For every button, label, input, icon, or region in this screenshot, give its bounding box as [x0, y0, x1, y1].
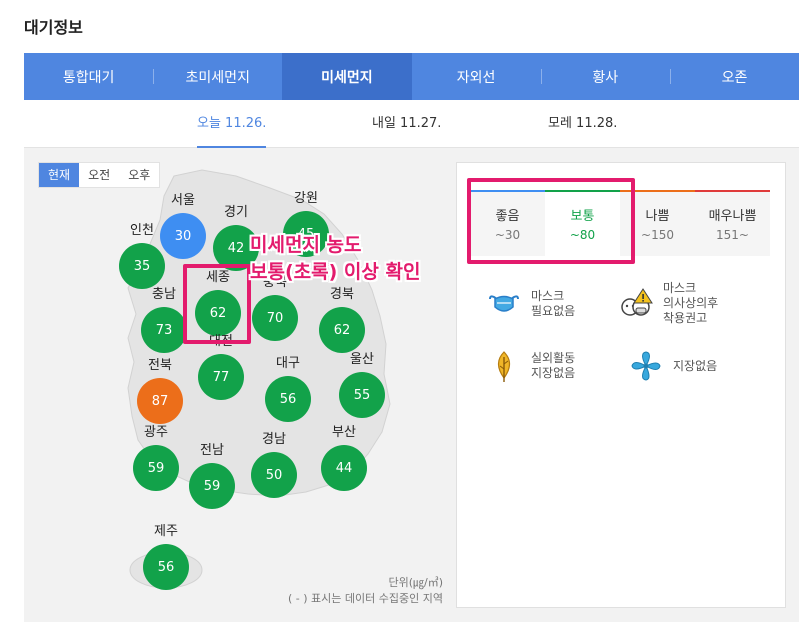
advice-outdoor: 실외활동 지장없음 — [487, 349, 575, 383]
region-label: 전북 — [148, 358, 172, 373]
level-normal-label: 보통 — [570, 209, 595, 224]
advice-outdoor-line1: 실외활동 — [531, 351, 576, 365]
level-bad: 나쁨 ~150 — [620, 190, 695, 256]
region-value-bubble[interactable]: 70 — [252, 295, 298, 341]
region-label: 충남 — [152, 287, 176, 302]
region-label: 강원 — [294, 191, 318, 206]
tab-uv[interactable]: 자외선 — [412, 53, 541, 100]
fan-icon — [631, 351, 661, 381]
advice-ventilation-text: 지장없음 — [673, 359, 717, 374]
legend-levels: 좋음 ~30 보통 ~80 나쁨 ~150 매우나쁨 151~ — [470, 190, 770, 256]
level-good: 좋음 ~30 — [470, 190, 545, 256]
advice-doctor-text: 마스크 의사상의후 착용권고 — [663, 281, 718, 326]
region-label: 부산 — [332, 425, 356, 440]
region-value-bubble[interactable]: 55 — [339, 372, 385, 418]
advice-ventilation: 지장없음 — [629, 349, 717, 383]
advice-ventilation-line1: 지장없음 — [673, 358, 718, 373]
annotation-line1: 미세먼지 농도 — [250, 234, 362, 256]
time-toggle: 현재 오전 오후 — [38, 162, 161, 188]
date-tomorrow[interactable]: 내일 11.27. — [372, 100, 441, 148]
advice-mask-line2: 필요없음 — [531, 304, 576, 318]
legend-card: 좋음 ~30 보통 ~80 나쁨 ~150 매우나쁨 151~ 마스크 필요없음… — [456, 162, 786, 608]
advice-outdoor-line2: 지장없음 — [531, 366, 576, 380]
level-very-bad: 매우나쁨 151~ — [695, 190, 770, 256]
date-day-after[interactable]: 모레 11.28. — [548, 100, 617, 148]
level-normal: 보통 ~80 — [545, 190, 620, 256]
tab-ultrafine-dust[interactable]: 초미세먼지 — [153, 53, 282, 100]
advice-doctor-line1: 마스크 — [663, 281, 697, 295]
region-label: 제주 — [154, 524, 178, 539]
annotation-line2: 보통(초록) 이상 확인 — [250, 261, 421, 283]
region-value-bubble[interactable]: 87 — [137, 378, 183, 424]
region-value-bubble[interactable]: 56 — [143, 544, 189, 590]
level-good-label: 좋음 — [495, 209, 520, 224]
region-value-bubble[interactable]: 73 — [141, 307, 187, 353]
annotation-callout: 미세먼지 농도 보통(초록) 이상 확인 — [250, 232, 420, 286]
advice-mask: 마스크 필요없음 — [487, 287, 575, 321]
advice-mask-line1: 마스크 — [531, 289, 565, 303]
tab-ozone[interactable]: 오존 — [669, 53, 799, 100]
region-value-bubble[interactable]: 59 — [189, 463, 235, 509]
region-value-bubble[interactable]: 77 — [198, 354, 244, 400]
tab-yellow-dust[interactable]: 황사 — [540, 53, 670, 100]
region-label: 세종 — [206, 270, 230, 285]
advice-outdoor-text: 실외활동 지장없음 — [531, 351, 575, 381]
doctor-warning-icon — [621, 287, 653, 316]
region-value-bubble[interactable]: 50 — [251, 452, 297, 498]
region-value-bubble[interactable]: 56 — [265, 376, 311, 422]
data-note: ( - ) 표시는 데이터 수집중인 지역 — [288, 592, 443, 605]
tab-integrated-air[interactable]: 통합대기 — [24, 53, 153, 100]
date-today[interactable]: 오늘 11.26. — [197, 100, 267, 148]
advice-mask-text: 마스크 필요없음 — [531, 289, 575, 319]
region-value-bubble[interactable]: 44 — [321, 445, 367, 491]
mask-icon — [489, 295, 519, 312]
region-label: 전남 — [200, 443, 224, 458]
level-good-range: ~30 — [494, 228, 521, 242]
region-value-bubble[interactable]: 62 — [319, 307, 365, 353]
advice-doctor-line2: 의사상의후 — [663, 296, 719, 310]
region-label: 경남 — [262, 432, 286, 447]
unit-label: 단위(㎍/㎥) — [388, 576, 443, 589]
advice-doctor: 마스크 의사상의후 착용권고 — [619, 281, 718, 326]
region-value-bubble[interactable]: 30 — [160, 213, 206, 259]
toggle-morning[interactable]: 오전 — [79, 163, 119, 187]
region-value-bubble[interactable]: 59 — [133, 445, 179, 491]
toggle-now[interactable]: 현재 — [39, 163, 80, 187]
level-bad-label: 나쁨 — [645, 209, 670, 224]
region-label: 대구 — [276, 356, 300, 371]
region-label: 울산 — [350, 352, 374, 367]
region-label: 대전 — [209, 334, 233, 349]
level-very-bad-range: 151~ — [716, 228, 749, 242]
advice-doctor-line3: 착용권고 — [663, 311, 708, 325]
page-title: 대기정보 — [24, 18, 83, 37]
air-tab-bar: 통합대기 초미세먼지 미세먼지 자외선 황사 오존 — [24, 53, 799, 100]
region-label: 광주 — [144, 425, 168, 440]
region-label: 인천 — [130, 223, 154, 238]
region-label: 서울 — [171, 193, 195, 208]
level-very-bad-label: 매우나쁨 — [708, 209, 757, 224]
level-normal-range: ~80 — [569, 228, 596, 242]
tab-fine-dust[interactable]: 미세먼지 — [282, 53, 412, 100]
region-label: 경기 — [224, 205, 248, 220]
level-bad-range: ~150 — [641, 228, 674, 242]
date-selector: 오늘 11.26. 내일 11.27. 모레 11.28. — [24, 100, 799, 148]
toggle-afternoon[interactable]: 오후 — [119, 163, 159, 187]
map-panel: 현재 오전 오후 서울 30 경기 42 강원 45 인천 35 세종 62 충북 70 충남 73 경북 6… — [24, 148, 799, 622]
leaf-icon — [497, 351, 511, 382]
